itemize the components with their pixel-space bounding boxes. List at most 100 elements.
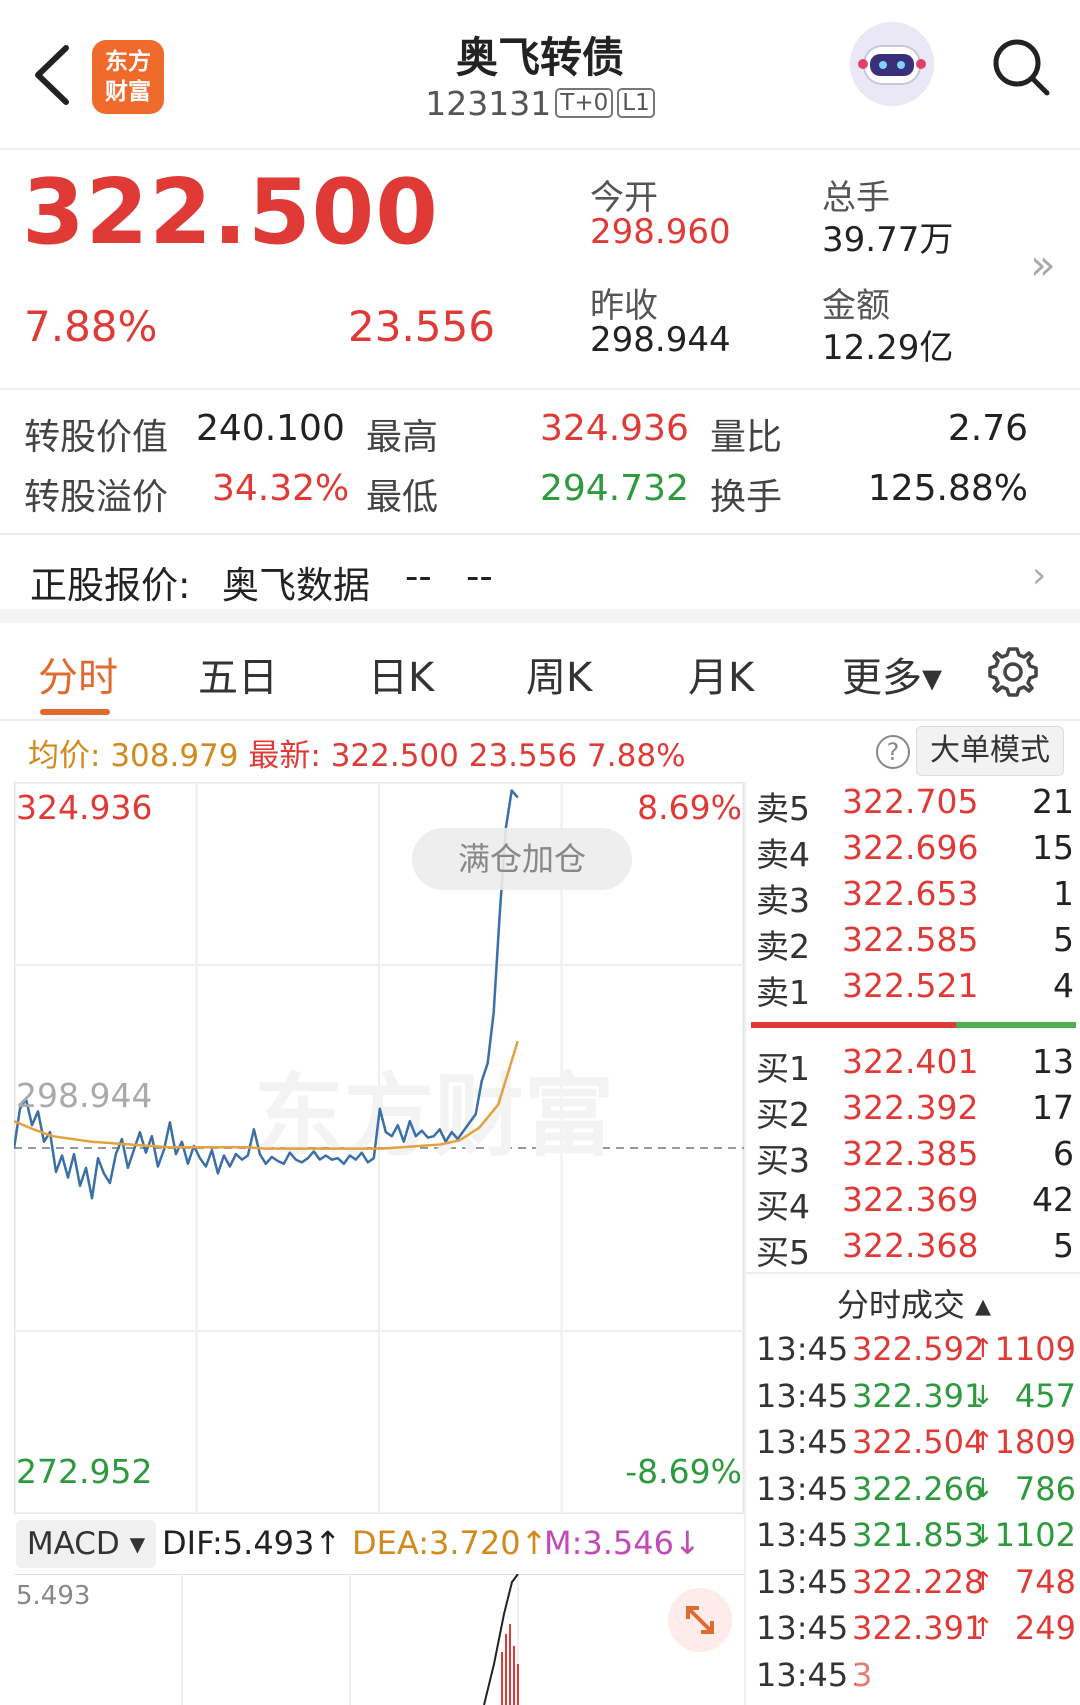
big-order-mode-button[interactable]: 大单模式 bbox=[916, 726, 1064, 776]
bid-price: 322.369 bbox=[842, 1180, 979, 1219]
ask-price: 322.696 bbox=[842, 828, 979, 867]
book-divider bbox=[746, 1272, 1080, 1274]
prev-close-value: 298.944 bbox=[590, 320, 731, 360]
tick-price: 322.391 bbox=[852, 1609, 985, 1647]
tick-time: 13:45 bbox=[756, 1516, 849, 1554]
logo-text-2: 财富 bbox=[105, 79, 151, 105]
axis-bottom-price: 272.952 bbox=[16, 1452, 153, 1491]
bid-volume: 17 bbox=[1032, 1088, 1074, 1127]
ask-row: 卖2 322.585 5 bbox=[746, 920, 1080, 966]
bid-row: 买3 322.385 6 bbox=[746, 1134, 1080, 1180]
low-value: 294.732 bbox=[540, 468, 689, 509]
tick-row: 13:45 322.504 ↑ 1809 bbox=[746, 1423, 1080, 1467]
macd-chart[interactable]: 5.493 bbox=[14, 1573, 744, 1705]
search-icon[interactable] bbox=[990, 36, 1052, 98]
tick-time: 13:45 bbox=[756, 1469, 849, 1508]
volume-ratio-value: 2.76 bbox=[947, 408, 1028, 449]
double-chevron-right-icon[interactable]: » bbox=[1030, 240, 1056, 289]
tick-volume: 457 bbox=[1014, 1376, 1076, 1415]
ask-label: 卖1 bbox=[756, 973, 810, 1012]
bond-code: 123131 bbox=[425, 84, 552, 123]
tab-weekly-k[interactable]: 周K bbox=[526, 645, 592, 703]
turnover-value: 125.88% bbox=[867, 468, 1028, 509]
tick-row: 13:45 322.592 ↑ 1109 bbox=[746, 1330, 1080, 1374]
app-logo[interactable]: 东方 财富 bbox=[92, 40, 164, 114]
bid-row: 买2 322.392 17 bbox=[746, 1088, 1080, 1134]
logo-text-1: 东方 bbox=[105, 49, 151, 75]
tab-daily-k[interactable]: 日K bbox=[368, 645, 434, 703]
bid-label: 买5 bbox=[756, 1233, 810, 1272]
tick-direction-icon: ↑ bbox=[972, 1613, 994, 1643]
bond-code-line: 123131 T+0 L1 bbox=[320, 84, 760, 123]
bid-price: 322.401 bbox=[842, 1042, 979, 1081]
tick-volume: 748 bbox=[1014, 1562, 1076, 1601]
chevron-right-icon: › bbox=[1032, 555, 1047, 596]
macd-chart-svg: 5.493 bbox=[14, 1573, 744, 1705]
axis-top-price: 324.936 bbox=[16, 788, 153, 827]
tab-monthly-k[interactable]: 月K bbox=[688, 645, 754, 703]
bid-row: 买1 322.401 13 bbox=[746, 1042, 1080, 1088]
conv-value-label: 转股价值 bbox=[24, 417, 169, 458]
underlying-stock-row[interactable]: 正股报价: 奥飞数据 -- -- › bbox=[0, 535, 1080, 623]
bid-label: 买1 bbox=[756, 1049, 810, 1088]
bid-price: 322.385 bbox=[842, 1134, 979, 1173]
tick-time: 13:45 bbox=[756, 1376, 849, 1415]
t0-tag: T+0 bbox=[555, 88, 614, 118]
tick-price: 322.228 bbox=[852, 1562, 985, 1601]
tab-five-day[interactable]: 五日 bbox=[198, 645, 278, 703]
ask-volume: 21 bbox=[1032, 782, 1074, 821]
avg-value: 308.979 bbox=[110, 738, 239, 774]
bid-row: 买5 322.368 5 bbox=[746, 1226, 1080, 1272]
tick-price: 322.504 bbox=[852, 1423, 985, 1461]
ask-label: 卖3 bbox=[756, 881, 810, 920]
premium-value: 34.32% bbox=[212, 468, 350, 509]
ask-row: 卖3 322.653 1 bbox=[746, 874, 1080, 920]
premium-label: 转股溢价 bbox=[24, 477, 169, 518]
top-nav-bar: 东方 财富 奥飞转债 123131 T+0 L1 bbox=[0, 0, 1080, 150]
tick-direction-icon: ↑ bbox=[972, 1566, 994, 1597]
ask-volume: 4 bbox=[1053, 966, 1074, 1005]
level-tag: L1 bbox=[617, 88, 655, 118]
expand-arrows-icon[interactable] bbox=[668, 1588, 732, 1652]
tab-more[interactable]: 更多▾ bbox=[842, 645, 942, 703]
tick-time: 13:45 bbox=[756, 1330, 849, 1368]
gear-icon[interactable] bbox=[986, 645, 1040, 699]
ask-price: 322.653 bbox=[842, 874, 979, 913]
last-price: 322.500 bbox=[22, 160, 439, 265]
ask-row: 卖5 322.705 21 bbox=[746, 782, 1080, 828]
bid-price: 322.392 bbox=[842, 1088, 979, 1127]
tick-volume: 249 bbox=[1014, 1609, 1076, 1647]
latest-value: 322.500 23.556 7.88% bbox=[330, 738, 686, 774]
tick-row: 13:45 322.228 ↑ 748 bbox=[746, 1563, 1080, 1607]
tick-time: 13:45 bbox=[756, 1562, 849, 1601]
intraday-chart[interactable]: 东方财富 324.936 8.69% 298.944 272.952 -8.69… bbox=[12, 781, 745, 1515]
latest-label: 最新: bbox=[248, 738, 321, 774]
tick-direction-icon: ↑ bbox=[972, 1427, 994, 1457]
ask-volume: 1 bbox=[1053, 874, 1074, 913]
bond-name: 奥飞转债 bbox=[455, 33, 624, 82]
bid-ask-ratio-bar bbox=[751, 1022, 1076, 1028]
tick-direction-icon: ↓ bbox=[972, 1473, 994, 1504]
ask-row: 卖4 322.696 15 bbox=[746, 828, 1080, 874]
bid-row: 买4 322.369 42 bbox=[746, 1180, 1080, 1226]
intraday-info-line: 均价: 308.979 最新: 322.500 23.556 7.88% ? 大… bbox=[0, 722, 1080, 780]
active-tab-indicator bbox=[40, 709, 110, 715]
tick-row: 13:45 322.391 ↑ 249 bbox=[746, 1609, 1080, 1653]
tick-direction-icon: ↓ bbox=[972, 1520, 994, 1550]
bid-label: 买2 bbox=[756, 1095, 810, 1134]
robot-assistant-icon[interactable] bbox=[850, 22, 934, 106]
turnover-label: 换手 bbox=[710, 477, 783, 518]
volume-ratio-label: 量比 bbox=[710, 417, 783, 458]
ticks-title[interactable]: 分时成交 ▴ bbox=[746, 1280, 1080, 1326]
tab-intraday[interactable]: 分时 bbox=[38, 645, 118, 703]
ask-volume: 5 bbox=[1053, 920, 1074, 959]
macd-dif: DIF:5.493↑ bbox=[162, 1524, 342, 1562]
tick-fade bbox=[856, 1662, 1080, 1705]
ask-price: 322.521 bbox=[842, 966, 979, 1005]
full-position-button[interactable]: 满仓加仓 bbox=[412, 828, 632, 890]
back-chevron-icon[interactable] bbox=[30, 42, 74, 108]
indicator-selector[interactable]: MACD ▾ bbox=[16, 1520, 156, 1568]
bid-label: 买3 bbox=[756, 1141, 810, 1180]
bid-price: 322.368 bbox=[842, 1226, 979, 1265]
help-icon[interactable]: ? bbox=[876, 735, 910, 769]
